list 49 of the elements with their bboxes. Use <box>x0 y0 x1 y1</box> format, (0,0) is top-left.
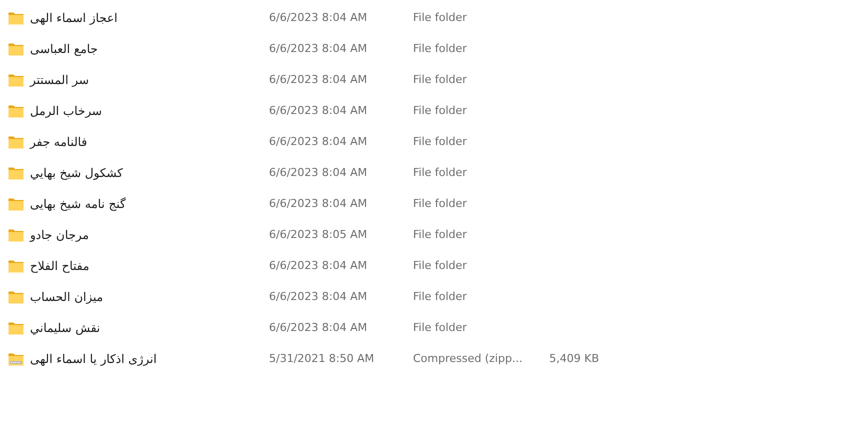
file-name[interactable]: مرجان جادو <box>30 228 89 242</box>
file-name[interactable]: جامع العباسی <box>30 42 98 56</box>
date-modified: 6/6/2023 8:04 AM <box>269 42 368 55</box>
file-type: File folder <box>413 321 467 334</box>
folder-icon <box>8 258 24 272</box>
file-name[interactable]: انرژی اذکار یا اسماء الهی <box>30 352 157 366</box>
file-name[interactable]: سر المستتر <box>30 72 89 86</box>
file-size: 5,409 KB <box>549 352 599 365</box>
date-modified: 6/6/2023 8:04 AM <box>269 259 368 272</box>
date-modified: 6/6/2023 8:05 AM <box>269 228 368 241</box>
date-modified: 6/6/2023 8:04 AM <box>269 11 368 24</box>
folder-icon <box>8 72 24 86</box>
folder-icon <box>8 134 24 148</box>
date-modified: 5/31/2021 8:50 AM <box>269 352 374 365</box>
date-modified: 6/6/2023 8:04 AM <box>269 73 368 86</box>
folder-icon <box>8 104 24 118</box>
file-name[interactable]: نقش سليماني <box>30 320 100 334</box>
file-type: File folder <box>413 135 467 148</box>
folder-icon <box>8 320 24 334</box>
file-name[interactable]: کشکول شیخ بهايي <box>30 166 123 180</box>
date-modified: 6/6/2023 8:04 AM <box>269 321 368 334</box>
date-modified: 6/6/2023 8:04 AM <box>269 290 368 303</box>
date-modified: 6/6/2023 8:04 AM <box>269 197 368 210</box>
file-type: File folder <box>413 166 467 179</box>
folder-icon <box>8 166 24 180</box>
file-type: File folder <box>413 290 467 303</box>
date-modified: 6/6/2023 8:04 AM <box>269 104 368 117</box>
file-name[interactable]: سرخاب الرمل <box>30 104 102 118</box>
date-modified: 6/6/2023 8:04 AM <box>269 135 368 148</box>
folder-icon <box>8 10 24 24</box>
folder-icon <box>8 228 24 242</box>
file-type: File folder <box>413 42 467 55</box>
file-type: File folder <box>413 259 467 272</box>
file-name[interactable]: میزان الحساب <box>30 290 104 304</box>
file-type: Compressed (zipp... <box>413 352 522 365</box>
folder-icon <box>8 196 24 210</box>
file-type: File folder <box>413 197 467 210</box>
folder-icon <box>8 42 24 56</box>
file-name[interactable]: فالنامه جفر <box>30 134 88 148</box>
file-name[interactable]: اعجاز اسماء الهی <box>30 10 118 24</box>
file-name[interactable]: مفتاح الفلاح <box>30 258 90 272</box>
file-type: File folder <box>413 104 467 117</box>
file-type: File folder <box>413 73 467 86</box>
date-modified: 6/6/2023 8:04 AM <box>269 166 368 179</box>
folder-icon <box>8 290 24 304</box>
file-type: File folder <box>413 228 467 241</box>
zip-folder-icon <box>8 352 24 366</box>
file-type: File folder <box>413 11 467 24</box>
file-name[interactable]: گنج نامه شیخ بهایی <box>30 196 126 210</box>
